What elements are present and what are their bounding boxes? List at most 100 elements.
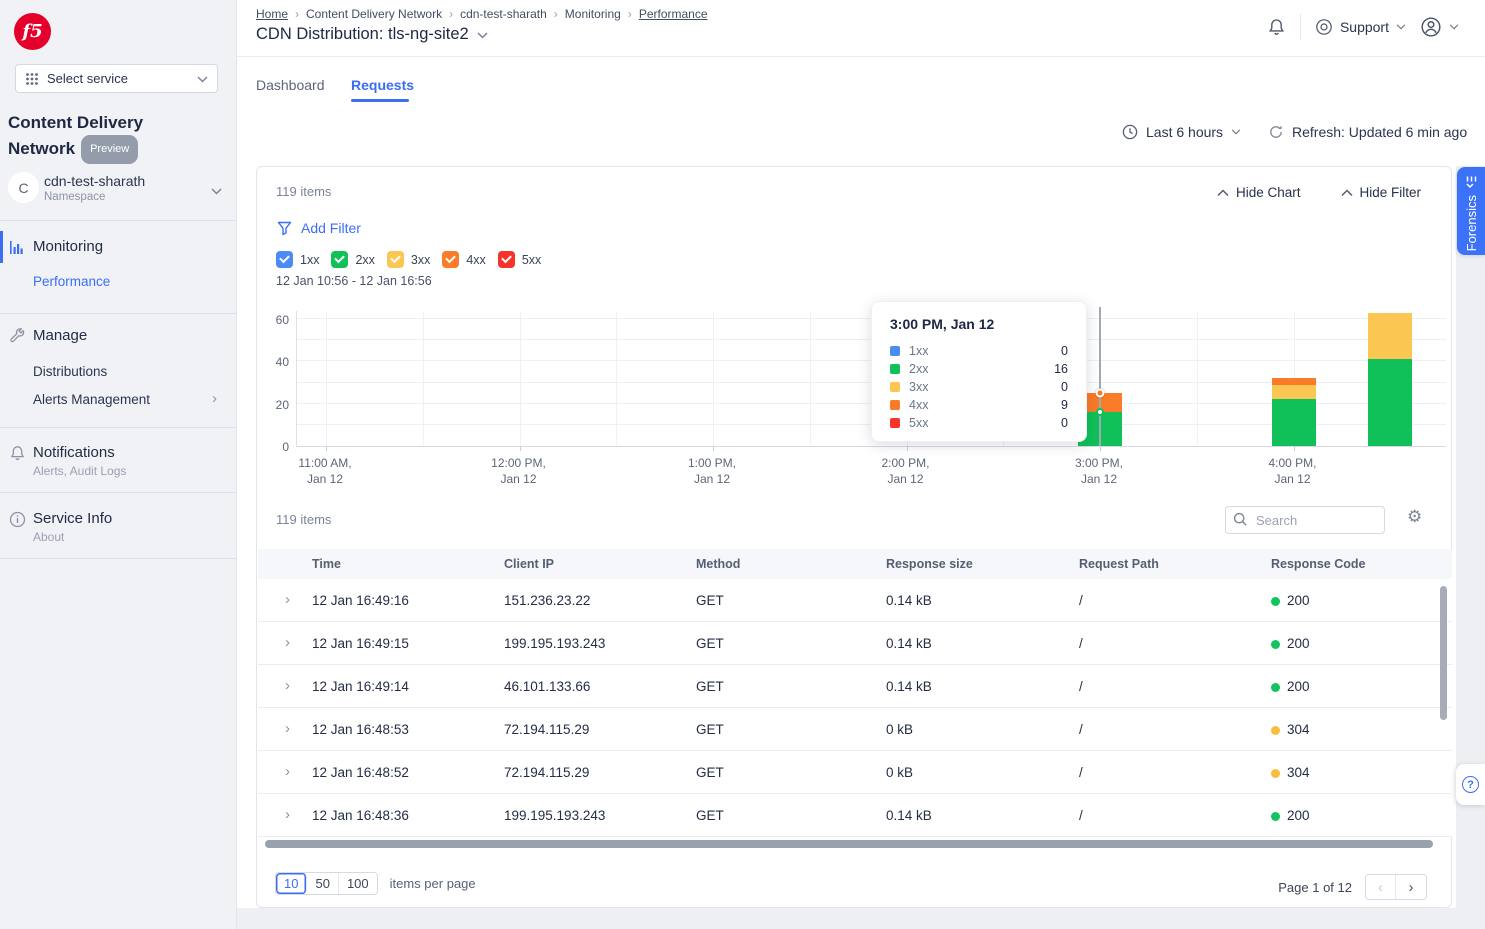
notifications-bell-icon[interactable]: [1267, 18, 1286, 37]
hover-marker-dot: [1096, 389, 1105, 398]
column-header-response-code: Response Code: [1271, 557, 1365, 571]
chevron-down-icon[interactable]: [477, 26, 488, 44]
bar-segment-3xx[interactable]: [1272, 385, 1316, 400]
checkbox-checked-icon: [331, 251, 348, 268]
service-title-line1: Content Delivery: [8, 113, 143, 132]
time-range-label: Last 6 hours: [1146, 124, 1223, 140]
table-row[interactable]: › 12 Jan 16:48:36 199.195.193.243 GET 0.…: [258, 794, 1452, 837]
response-code-value: 200: [1287, 808, 1310, 823]
horizontal-scrollbar[interactable]: [265, 840, 1433, 848]
items-per-page-10[interactable]: 10: [276, 873, 307, 894]
cell-method: GET: [696, 808, 724, 823]
forensics-panel-tab[interactable]: Forensics: [1457, 167, 1485, 255]
bar-segment-3xx[interactable]: [1368, 313, 1412, 360]
items-per-page-100[interactable]: 100: [339, 873, 377, 894]
table-row[interactable]: › 12 Jan 16:49:14 46.101.133.66 GET 0.14…: [258, 665, 1452, 708]
sidebar-item-service-info[interactable]: Service Info: [33, 510, 112, 527]
expand-row-icon[interactable]: ›: [285, 806, 290, 823]
refresh-button[interactable]: Refresh: Updated 6 min ago: [1268, 124, 1467, 140]
tooltip-row: 2xx 16: [890, 360, 1068, 378]
hide-filter-button[interactable]: Hide Filter: [1341, 185, 1422, 200]
previous-page-button[interactable]: ‹: [1366, 875, 1396, 899]
sidebar-item-manage[interactable]: Manage: [33, 327, 87, 344]
active-nav-indicator: [0, 231, 3, 263]
breadcrumb-separator: ›: [449, 7, 453, 21]
tooltip-row: 3xx 0: [890, 378, 1068, 396]
table-row[interactable]: › 12 Jan 16:48:53 72.194.115.29 GET 0 kB…: [258, 708, 1452, 751]
right-rail: [1456, 166, 1485, 929]
cell-method: GET: [696, 679, 724, 694]
cell-method: GET: [696, 722, 724, 737]
select-service-dropdown[interactable]: Select service: [15, 64, 218, 93]
bar-segment-4xx[interactable]: [1272, 378, 1316, 384]
refresh-icon: [1268, 124, 1284, 140]
tooltip-series-value: 0: [1061, 380, 1068, 394]
status-dot: [1271, 812, 1280, 821]
notifications-subtitle: Alerts, Audit Logs: [33, 464, 126, 478]
items-per-page-50[interactable]: 50: [307, 873, 338, 894]
expand-row-icon[interactable]: ›: [285, 591, 290, 608]
service-title-line2: Network: [8, 139, 75, 158]
bar-chart-icon: [9, 239, 26, 256]
hide-chart-label: Hide Chart: [1236, 185, 1301, 200]
vertical-scrollbar[interactable]: [1440, 586, 1447, 720]
expand-row-icon[interactable]: ›: [285, 720, 290, 737]
legend-label: 2xx: [355, 253, 374, 267]
breadcrumb-namespace[interactable]: cdn-test-sharath: [460, 7, 547, 21]
cell-time: 12 Jan 16:49:16: [312, 593, 409, 608]
expand-row-icon[interactable]: ›: [285, 634, 290, 651]
sidebar-item-alerts-management[interactable]: Alerts Management: [33, 392, 150, 407]
sidebar-item-performance[interactable]: Performance: [33, 274, 110, 289]
help-button[interactable]: ?: [1456, 764, 1485, 805]
tab-dashboard[interactable]: Dashboard: [256, 77, 325, 93]
breadcrumb-monitoring[interactable]: Monitoring: [565, 7, 621, 21]
expand-row-icon[interactable]: ›: [285, 677, 290, 694]
cell-time: 12 Jan 16:49:14: [312, 679, 409, 694]
cell-response-size: 0.14 kB: [886, 593, 932, 608]
breadcrumb-performance[interactable]: Performance: [639, 7, 708, 21]
legend-checkbox-3xx[interactable]: 3xx: [387, 251, 430, 268]
chart-items-count: 119 items: [276, 184, 331, 199]
column-header-request-path: Request Path: [1079, 557, 1159, 571]
chart-x-axis: 11:00 AM,Jan 1212:00 PM,Jan 121:00 PM,Ja…: [296, 455, 1446, 491]
table-row[interactable]: › 12 Jan 16:49:16 151.236.23.22 GET 0.14…: [258, 579, 1452, 622]
breadcrumb-cdn[interactable]: Content Delivery Network: [306, 7, 442, 21]
refresh-label: Refresh: Updated 6 min ago: [1292, 124, 1467, 140]
divider: [0, 220, 237, 221]
cell-response-code: 304: [1271, 765, 1310, 780]
sidebar-item-notifications[interactable]: Notifications: [33, 444, 115, 461]
search-input[interactable]: [1225, 506, 1385, 534]
cell-response-code: 200: [1271, 808, 1310, 823]
expand-row-icon[interactable]: ›: [285, 763, 290, 780]
f5-logo-text: f5: [22, 21, 42, 42]
breadcrumb: Home › Content Delivery Network › cdn-te…: [256, 7, 708, 21]
legend-checkbox-1xx[interactable]: 1xx: [276, 251, 319, 268]
hide-chart-button[interactable]: Hide Chart: [1217, 185, 1301, 200]
account-menu[interactable]: [1420, 16, 1459, 38]
table-row[interactable]: › 12 Jan 16:48:52 72.194.115.29 GET 0 kB…: [258, 751, 1452, 794]
legend-checkbox-4xx[interactable]: 4xx: [442, 251, 485, 268]
sidebar-item-distributions[interactable]: Distributions: [33, 364, 107, 379]
series-color-swatch: [890, 400, 900, 410]
breadcrumb-home[interactable]: Home: [256, 7, 288, 21]
next-page-button[interactable]: ›: [1396, 875, 1426, 899]
tab-requests[interactable]: Requests: [351, 77, 414, 93]
namespace-selector[interactable]: C cdn-test-sharath Namespace: [0, 168, 237, 216]
tooltip-row: 5xx 0: [890, 414, 1068, 432]
bar-segment-2xx[interactable]: [1368, 359, 1412, 446]
tab-bar: Dashboard Requests: [237, 57, 1485, 110]
column-header-response-size: Response size: [886, 557, 973, 571]
legend-checkbox-5xx[interactable]: 5xx: [498, 251, 541, 268]
support-menu[interactable]: Support: [1315, 18, 1406, 36]
table-settings-gear-icon[interactable]: ⚙: [1407, 507, 1422, 527]
add-filter-button[interactable]: Add Filter: [277, 220, 361, 236]
legend-checkbox-2xx[interactable]: 2xx: [331, 251, 374, 268]
table-items-count: 119 items: [276, 512, 331, 527]
page-nav-group: ‹ ›: [1365, 874, 1427, 900]
table-row[interactable]: › 12 Jan 16:49:15 199.195.193.243 GET 0.…: [258, 622, 1452, 665]
sidebar-item-monitoring[interactable]: Monitoring: [33, 238, 103, 255]
bar-segment-2xx[interactable]: [1272, 399, 1316, 446]
divider: [0, 427, 237, 428]
table-header-row: Time Client IP Method Response size Requ…: [258, 549, 1452, 579]
time-range-dropdown[interactable]: Last 6 hours: [1122, 124, 1241, 140]
